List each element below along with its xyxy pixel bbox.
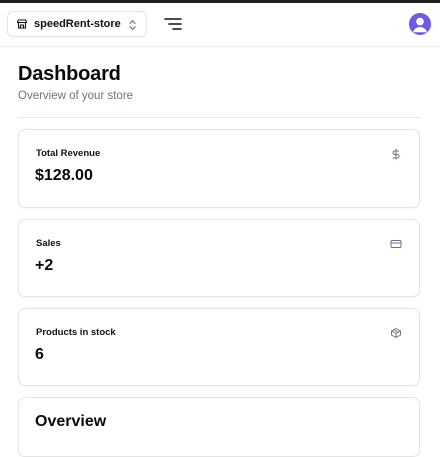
top-navbar: speedRent-store [0,3,440,47]
overview-card: Overview [18,397,420,457]
header-divider [18,117,420,118]
page-header: Dashboard Overview of your store [18,63,133,102]
overview-title: Overview [35,413,107,430]
sales-value: +2 [35,257,54,274]
total-revenue-value: $128.00 [35,167,93,184]
page-title: Dashboard [18,63,121,85]
user-avatar-icon[interactable] [409,13,431,35]
total-revenue-label: Total Revenue [36,148,101,159]
store-icon [16,18,28,30]
sales-label: Sales [36,238,61,249]
store-name-label: speedRent-store [34,18,121,30]
store-switcher-button[interactable]: speedRent-store [7,11,147,37]
chevrons-up-down-icon [128,19,137,31]
sales-card: Sales +2 [18,219,420,297]
products-in-stock-card: Products in stock 6 [18,308,420,386]
menu-icon[interactable] [163,16,183,32]
total-revenue-card: Total Revenue $128.00 [18,129,420,208]
products-in-stock-value: 6 [35,346,44,363]
products-in-stock-label: Products in stock [36,327,116,338]
credit-card-icon [390,238,402,250]
dollar-icon [390,148,402,160]
package-icon [390,327,402,339]
page-subtitle: Overview of your store [18,90,134,102]
